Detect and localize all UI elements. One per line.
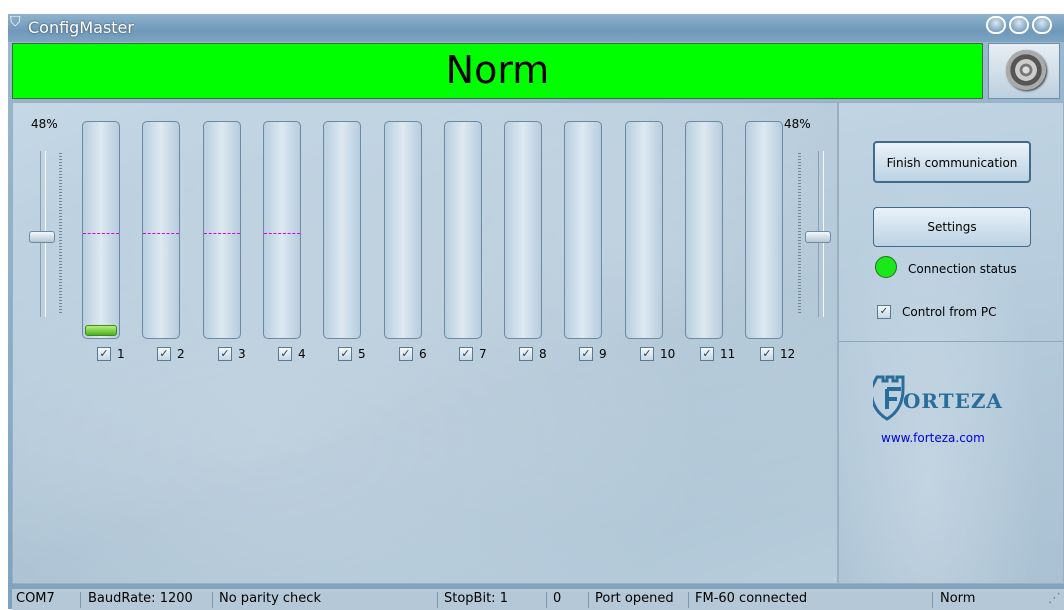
channel-checkbox[interactable]: ✓	[640, 347, 654, 361]
channel-checkbox[interactable]: ✓	[760, 347, 774, 361]
channel-bar	[263, 121, 301, 339]
channel-bar	[504, 121, 542, 339]
channel-label: 3	[238, 347, 246, 361]
right-slider-thumb[interactable]	[805, 231, 831, 243]
resize-grip-icon[interactable]: ⋰	[1048, 591, 1061, 606]
channel-label: 2	[177, 347, 185, 361]
status-port: COM7	[16, 591, 55, 606]
app-icon: ⛉	[10, 14, 21, 30]
panel-divider	[839, 341, 1063, 342]
status-bar: COM7 BaudRate: 1200 No parity check Stop…	[12, 588, 1064, 610]
status-device: FM-60 connected	[695, 591, 808, 606]
channels-panel: 48% ✓ 1 ✓ 2 ✓ 3 ✓ 4 ✓ 5 ✓ 6 ✓ 7 ✓ 8 ✓ 9 ✓ 10 ✓ 11 ✓ 12 48%	[12, 102, 838, 584]
status-mode: Norm	[940, 591, 976, 606]
channel-bar	[685, 121, 723, 339]
speaker-icon	[1006, 50, 1046, 90]
status-baudrate: BaudRate: 1200	[88, 591, 193, 606]
maximize-button[interactable]	[1009, 16, 1029, 34]
right-slider-ticks	[798, 153, 801, 315]
channel-checkbox[interactable]: ✓	[278, 347, 292, 361]
channel-checkbox[interactable]: ✓	[338, 347, 352, 361]
forteza-logo-text: ORTEZA	[903, 389, 1003, 413]
left-slider-ticks	[59, 153, 62, 315]
connection-status-label: Connection status	[908, 262, 1017, 276]
channel-checkbox[interactable]: ✓	[399, 347, 413, 361]
left-slider-thumb[interactable]	[29, 231, 55, 243]
control-from-pc-label: Control from PC	[902, 305, 997, 319]
channel-checkbox[interactable]: ✓	[700, 347, 714, 361]
threshold-marker	[143, 233, 179, 234]
channel-bar	[323, 121, 361, 339]
status-stopbit: StopBit: 1	[444, 591, 508, 606]
channel-label: 5	[358, 347, 366, 361]
status-port-state: Port opened	[595, 591, 674, 606]
channel-label: 9	[599, 347, 607, 361]
sound-button[interactable]	[988, 43, 1060, 99]
channel-label: 1	[117, 347, 125, 361]
mode-banner: Norm	[12, 43, 983, 99]
minimize-button[interactable]	[986, 16, 1006, 34]
channel-label: 4	[298, 347, 306, 361]
channel-checkbox[interactable]: ✓	[519, 347, 533, 361]
control-from-pc-checkbox[interactable]: ✓	[877, 305, 891, 319]
channel-label: 8	[539, 347, 547, 361]
channel-bar	[625, 121, 663, 339]
status-counter: 0	[553, 591, 562, 606]
channel-label: 10	[660, 347, 676, 361]
channel-checkbox[interactable]: ✓	[97, 347, 111, 361]
left-slider-value: 48%	[31, 117, 58, 131]
close-button[interactable]	[1032, 16, 1052, 34]
website-link[interactable]: www.forteza.com	[881, 431, 985, 445]
connection-status-indicator	[875, 256, 897, 278]
channel-label: 7	[479, 347, 487, 361]
channel-level-fill	[85, 325, 117, 336]
threshold-marker	[204, 233, 240, 234]
status-parity: No parity check	[219, 591, 321, 606]
finish-communication-button[interactable]: Finish communication	[873, 141, 1031, 183]
threshold-marker	[264, 233, 300, 234]
channel-checkbox[interactable]: ✓	[579, 347, 593, 361]
mode-banner-text: Norm	[445, 48, 550, 92]
channel-label: 12	[780, 347, 796, 361]
app-window: ⛉ ConfigMaster Norm 48% ✓ 1 ✓ 2 ✓ 3 ✓ 4 ✓ 5 ✓ 6 ✓ 7 ✓ 8…	[8, 14, 1064, 610]
right-slider-value: 48%	[784, 117, 811, 131]
channel-checkbox[interactable]: ✓	[157, 347, 171, 361]
channel-label: 6	[419, 347, 427, 361]
channel-checkbox[interactable]: ✓	[218, 347, 232, 361]
control-panel: Finish communication Settings Connection…	[838, 102, 1064, 584]
channel-bar	[444, 121, 482, 339]
channel-bar	[203, 121, 241, 339]
channel-bar	[82, 121, 120, 339]
channel-bar	[142, 121, 180, 339]
forteza-logo: ORTEZA	[869, 373, 1013, 423]
channel-bar	[384, 121, 422, 339]
title-bar[interactable]: ⛉ ConfigMaster	[8, 14, 1064, 42]
channel-label: 11	[720, 347, 736, 361]
threshold-marker	[83, 233, 119, 234]
settings-button[interactable]: Settings	[873, 207, 1031, 247]
channel-bar	[564, 121, 602, 339]
window-title: ConfigMaster	[28, 18, 134, 37]
channel-bar	[745, 121, 783, 339]
channel-checkbox[interactable]: ✓	[459, 347, 473, 361]
